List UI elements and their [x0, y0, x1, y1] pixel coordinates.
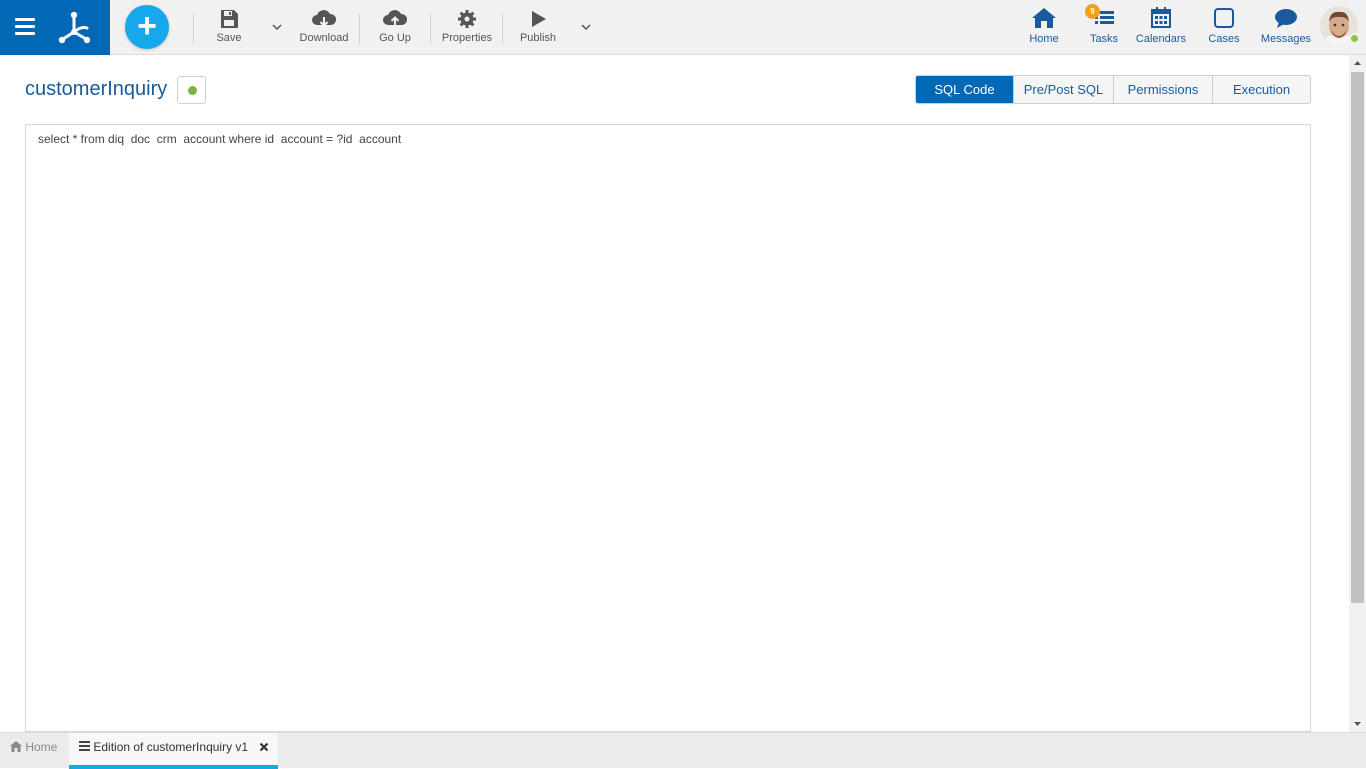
publish-button[interactable]: Publish	[519, 8, 557, 48]
scroll-up-arrow-icon[interactable]	[1353, 59, 1362, 68]
tasks-count-badge: 9	[1085, 4, 1100, 19]
bottom-tab-edition-label: Edition of customerInquiry v1	[93, 740, 249, 754]
nav-calendars[interactable]: Calendars	[1134, 6, 1188, 50]
tab-execution[interactable]: Execution	[1212, 76, 1310, 103]
save-icon	[221, 10, 238, 28]
add-button[interactable]: +	[125, 5, 169, 49]
home-icon	[1032, 8, 1056, 28]
page-title: customerInquiry	[25, 78, 168, 100]
nav-cases[interactable]: Cases	[1206, 6, 1242, 50]
chat-bubble-icon	[1275, 9, 1297, 28]
calendar-icon	[1151, 7, 1171, 28]
cases-icon	[1214, 8, 1234, 28]
menu-icon[interactable]	[15, 18, 35, 36]
status-button[interactable]	[177, 76, 206, 104]
close-icon[interactable]	[259, 742, 269, 752]
nav-tasks-label: Tasks	[1089, 33, 1119, 45]
download-button[interactable]: Download	[298, 8, 350, 48]
go-up-label: Go Up	[379, 32, 411, 44]
nav-tasks[interactable]: 9 Tasks	[1085, 4, 1121, 50]
online-status-indicator	[1349, 33, 1360, 44]
home-icon	[10, 741, 22, 752]
tab-sql-code[interactable]: SQL Code	[916, 76, 1013, 103]
bottom-tab-home-label: Home	[25, 740, 58, 754]
view-tabs: SQL Code Pre/Post SQL Permissions Execut…	[915, 75, 1311, 104]
nav-messages-label: Messages	[1260, 33, 1312, 45]
top-toolbar: + Save Download Go Up Properties Publish…	[0, 0, 1366, 55]
brand-area	[0, 0, 110, 55]
status-dot-icon	[188, 86, 197, 95]
gear-icon	[458, 10, 476, 28]
sql-code-text[interactable]: select * from diq doc crm account where …	[38, 132, 401, 146]
properties-button[interactable]: Properties	[441, 8, 493, 48]
save-label: Save	[216, 32, 242, 44]
publish-label: Publish	[519, 32, 557, 44]
toolbar-separator	[502, 14, 503, 44]
nav-home[interactable]: Home	[1027, 6, 1061, 50]
play-icon	[532, 11, 546, 27]
nav-cases-label: Cases	[1208, 33, 1240, 45]
list-icon	[79, 741, 90, 751]
cloud-download-icon	[312, 10, 337, 27]
scrollbar-thumb[interactable]	[1351, 72, 1364, 603]
bottom-tab-home[interactable]: Home	[0, 733, 68, 769]
nav-messages[interactable]: Messages	[1259, 6, 1313, 50]
nav-home-label: Home	[1029, 33, 1059, 45]
toolbar-separator	[193, 14, 194, 44]
bottom-tab-bar: Home Edition of customerInquiry v1	[0, 732, 1366, 769]
tab-pre-post-sql[interactable]: Pre/Post SQL	[1013, 76, 1113, 103]
cloud-upload-icon	[383, 10, 408, 26]
save-options-chevron-down-icon[interactable]	[272, 22, 282, 32]
bottom-tab-edition[interactable]: Edition of customerInquiry v1	[69, 733, 278, 769]
scroll-down-arrow-icon[interactable]	[1353, 719, 1362, 728]
publish-options-chevron-down-icon[interactable]	[581, 22, 591, 32]
logo-icon[interactable]	[54, 8, 94, 46]
tab-permissions[interactable]: Permissions	[1113, 76, 1212, 103]
vertical-scrollbar[interactable]	[1349, 55, 1366, 732]
nav-calendars-label: Calendars	[1135, 33, 1187, 45]
sql-code-editor[interactable]: select * from diq doc crm account where …	[25, 124, 1311, 732]
toolbar-separator	[430, 14, 431, 44]
toolbar-separator	[359, 14, 360, 44]
download-label: Download	[299, 32, 349, 44]
save-button[interactable]: Save	[212, 8, 246, 48]
go-up-button[interactable]: Go Up	[377, 8, 413, 48]
properties-label: Properties	[441, 32, 493, 44]
